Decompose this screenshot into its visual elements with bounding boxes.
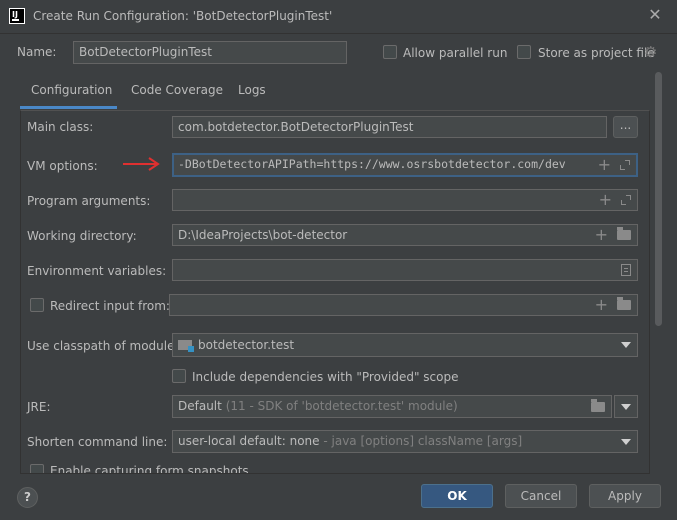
ok-button[interactable]: OK	[421, 484, 493, 508]
chevron-down-icon	[615, 396, 637, 417]
name-input[interactable]: BotDetectorPluginTest	[73, 41, 347, 64]
vm-options-input[interactable]: -DBotDetectorAPIPath=https://www.osrsbot…	[172, 153, 638, 177]
name-label: Name:	[17, 45, 57, 59]
scrollbar-thumb[interactable]	[655, 72, 662, 326]
folder-icon[interactable]	[617, 227, 631, 240]
close-icon[interactable]: ✕	[646, 6, 664, 24]
include-dependencies-checkbox[interactable]	[172, 369, 186, 383]
tab-configuration[interactable]: Configuration	[31, 83, 112, 97]
folder-icon[interactable]	[591, 398, 605, 412]
shorten-command-line-label: Shorten command line:	[27, 435, 168, 449]
help-button[interactable]: ?	[17, 487, 38, 508]
plus-icon[interactable]: +	[595, 297, 608, 313]
capture-snapshots-row: Enable capturing form snapshots	[21, 462, 649, 473]
capture-snapshots-label: Enable capturing form snapshots	[50, 464, 249, 473]
store-as-project-label: Store as project file	[538, 46, 655, 60]
shorten-command-line-value: user-local default: none	[178, 434, 320, 448]
redirect-input-label: Redirect input from:	[50, 299, 170, 313]
jre-label: JRE:	[27, 400, 51, 414]
environment-variables-input[interactable]	[172, 259, 638, 281]
active-tab-indicator	[20, 106, 117, 109]
vm-options-label: VM options:	[27, 159, 98, 173]
shorten-command-line-hint: - java [options] className [args]	[323, 434, 523, 448]
gear-icon[interactable]: ⚙	[644, 44, 660, 60]
plus-icon[interactable]: +	[595, 227, 608, 243]
chevron-down-icon[interactable]	[615, 431, 637, 452]
apply-button[interactable]: Apply	[589, 484, 661, 508]
vm-options-value: -DBotDetectorAPIPath=https://www.osrsbot…	[178, 157, 566, 171]
intellij-app-icon: IJ	[9, 8, 25, 24]
tab-code-coverage[interactable]: Code Coverage	[131, 83, 223, 97]
store-as-project-checkbox[interactable]	[517, 45, 531, 59]
expand-icon[interactable]	[620, 160, 630, 170]
window-title: Create Run Configuration: 'BotDetectorPl…	[33, 9, 333, 23]
app-icon-text: IJ	[12, 10, 18, 19]
plus-icon[interactable]: +	[598, 157, 611, 173]
expand-icon[interactable]	[621, 195, 631, 205]
plus-icon[interactable]: +	[599, 192, 612, 208]
redirect-input-field[interactable]: +	[169, 294, 638, 316]
jre-input[interactable]: Default (11 - SDK of 'botdetector.test' …	[172, 395, 612, 418]
main-class-label: Main class:	[27, 120, 94, 134]
program-arguments-input[interactable]: +	[172, 189, 638, 211]
jre-value: Default	[178, 399, 222, 413]
jre-hint: (11 - SDK of 'botdetector.test' module)	[225, 399, 458, 413]
working-directory-input[interactable]: D:\IdeaProjects\bot-detector +	[172, 224, 638, 246]
browse-main-class-button[interactable]: ...	[613, 116, 638, 138]
classpath-module-label: Use classpath of module:	[27, 339, 179, 353]
red-arrow-annotation	[123, 157, 160, 171]
edit-list-icon[interactable]	[621, 264, 631, 276]
allow-parallel-label: Allow parallel run	[403, 46, 508, 60]
working-directory-value: D:\IdeaProjects\bot-detector	[178, 228, 348, 242]
tab-logs[interactable]: Logs	[238, 83, 266, 97]
include-dependencies-label: Include dependencies with "Provided" sco…	[192, 370, 459, 384]
redirect-input-checkbox[interactable]	[30, 298, 44, 312]
working-directory-label: Working directory:	[27, 229, 137, 243]
environment-variables-label: Environment variables:	[27, 264, 167, 278]
classpath-module-select[interactable]: botdetector.test	[172, 333, 638, 357]
cancel-button[interactable]: Cancel	[505, 484, 577, 508]
shorten-command-line-select[interactable]: user-local default: none - java [options…	[172, 430, 638, 453]
folder-icon[interactable]	[617, 297, 631, 310]
capture-snapshots-checkbox[interactable]	[30, 464, 44, 473]
allow-parallel-checkbox[interactable]	[383, 45, 397, 59]
main-class-input[interactable]: com.botdetector.BotDetectorPluginTest	[172, 116, 607, 138]
module-icon	[178, 340, 194, 352]
classpath-module-value: botdetector.test	[198, 338, 295, 352]
program-arguments-label: Program arguments:	[27, 194, 151, 208]
chevron-down-icon[interactable]	[615, 334, 637, 356]
jre-dropdown-button[interactable]	[614, 395, 638, 418]
